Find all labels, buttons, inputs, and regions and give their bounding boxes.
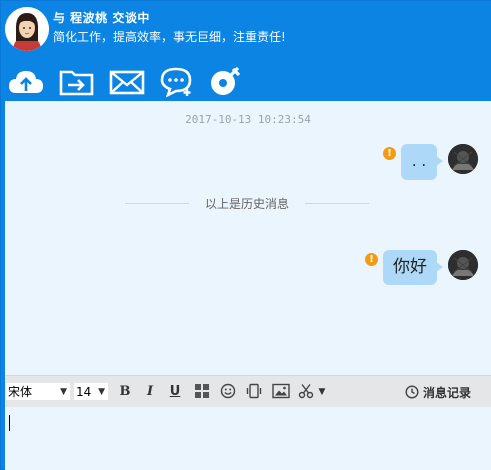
send-failed-icon[interactable]: ! (383, 147, 396, 160)
history-label: 消息记录 (422, 386, 471, 400)
chat-add-icon[interactable] (158, 65, 196, 98)
font-size-value: 14 (76, 385, 92, 399)
chat-toolbar (1, 61, 301, 99)
shake-window-icon[interactable] (245, 383, 263, 401)
font-size-select[interactable]: 14 ▼ (73, 382, 109, 401)
my-avatar[interactable] (448, 144, 478, 174)
message-area[interactable]: 2017-10-13 10:23:54 ! . . 以上是历史消息 ! 你好 (5, 101, 491, 375)
chevron-down-icon: ▼ (98, 387, 105, 397)
contact-avatar[interactable] (5, 7, 49, 51)
clock-icon (405, 385, 419, 402)
format-toolbar: 宋体 ▼ 14 ▼ B I U ▼ 消息记录 (5, 375, 491, 408)
screenshot-icon[interactable] (298, 383, 314, 401)
gear-wrench-icon[interactable] (207, 65, 245, 97)
italic-button[interactable]: I (143, 383, 157, 401)
image-icon[interactable] (271, 383, 291, 401)
message-text: . . (411, 152, 427, 170)
mail-icon[interactable] (108, 65, 146, 97)
folder-transfer-icon[interactable] (58, 65, 96, 97)
chevron-down-icon: ▼ (60, 387, 67, 397)
message-input[interactable] (5, 407, 491, 470)
font-family-value: 宋体 (8, 385, 33, 399)
cloud-upload-icon[interactable] (7, 65, 45, 97)
chevron-down-icon[interactable]: ▼ (317, 383, 327, 401)
message-timestamp: 2017-10-13 10:23:54 (185, 113, 311, 126)
chat-window: 与 程波桃 交谈中 简化工作，提高效率，事无巨细，注重责任! 2017-10-1… (0, 0, 491, 470)
grid-icon[interactable] (193, 383, 211, 401)
message-history-button[interactable]: 消息记录 (405, 383, 471, 401)
message-bubble[interactable]: 你好 (383, 250, 443, 285)
message-text: 你好 (393, 257, 427, 277)
history-separator: 以上是历史消息 (125, 195, 369, 212)
underline-button[interactable]: U (168, 383, 182, 401)
my-avatar[interactable] (448, 250, 478, 280)
text-caret (9, 415, 10, 431)
chat-header: 与 程波桃 交谈中 简化工作，提高效率，事无巨细，注重责任! (1, 1, 491, 101)
chat-title: 与 程波桃 交谈中 (53, 11, 150, 25)
send-failed-icon[interactable]: ! (365, 253, 378, 266)
contact-signature: 简化工作，提高效率，事无巨细，注重责任! (53, 30, 286, 44)
bold-button[interactable]: B (118, 383, 132, 401)
message-bubble[interactable]: . . (401, 144, 443, 180)
emoji-icon[interactable] (219, 383, 237, 401)
font-family-select[interactable]: 宋体 ▼ (5, 382, 71, 401)
